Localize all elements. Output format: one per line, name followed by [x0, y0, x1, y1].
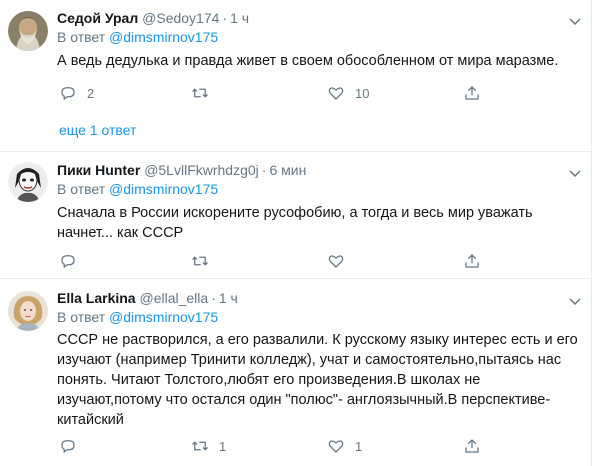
- like-button[interactable]: 1: [327, 435, 362, 457]
- reply-prefix: В ответ: [57, 29, 106, 45]
- reply-icon: [61, 255, 75, 269]
- tweet-text: Сначала в России искорените русофобию, а…: [57, 205, 533, 241]
- show-more-replies-link[interactable]: еще 1 ответ: [59, 122, 136, 138]
- reply-icon: [61, 87, 75, 101]
- reply-prefix: В ответ: [57, 181, 106, 197]
- user-handle[interactable]: @ellal_ella: [139, 290, 208, 306]
- tweet-text: СССР не растворился, а его развалили. К …: [57, 332, 578, 428]
- reply-button[interactable]: [59, 435, 87, 457]
- share-icon: [465, 86, 479, 100]
- reply-button[interactable]: [59, 250, 87, 272]
- like-count: 10: [355, 85, 370, 101]
- share-icon: [465, 439, 479, 453]
- retweet-button[interactable]: [191, 82, 219, 104]
- heart-icon: [328, 255, 344, 268]
- tweet[interactable]: Седой Урал @Sedoy174 · 1 ч В ответ @dimsmi…: [0, 0, 592, 116]
- tweet-header: Пики Hunter @5LvllFkwrhdzg0j · 6 мин: [57, 160, 582, 180]
- retweet-icon: [192, 88, 208, 98]
- share-button[interactable]: [463, 82, 481, 104]
- reply-mention[interactable]: @dimsmirnov175: [109, 29, 218, 45]
- reply-mention[interactable]: @dimsmirnov175: [109, 181, 218, 197]
- tweet-text: А ведь дедулька и правда живет в своем о…: [57, 53, 559, 69]
- like-button[interactable]: [327, 250, 355, 272]
- heart-icon: [328, 87, 344, 100]
- reply-context: В ответ @dimsmirnov175: [57, 180, 582, 199]
- reply-thread: Седой Урал @Sedoy174 · 1 ч В ответ @dimsmi…: [0, 0, 592, 466]
- separator-dot: ·: [261, 162, 267, 178]
- tweet-actions: [59, 250, 489, 272]
- display-name[interactable]: Ella Larkina: [57, 290, 136, 306]
- tweet-actions: 1 1: [59, 435, 489, 457]
- retweet-icon: [192, 441, 208, 451]
- reply-count: 2: [87, 85, 95, 101]
- share-button[interactable]: [463, 250, 481, 272]
- share-button[interactable]: [463, 435, 481, 457]
- timestamp[interactable]: 1 ч: [230, 10, 249, 26]
- reply-icon: [61, 440, 75, 454]
- chevron-down-icon[interactable]: [568, 14, 582, 28]
- display-name[interactable]: Пики Hunter: [57, 162, 140, 178]
- separator-dot: ·: [222, 10, 228, 26]
- tweet-header: Седой Урал @Sedoy174 · 1 ч: [57, 8, 582, 28]
- avatar[interactable]: [8, 11, 48, 51]
- chevron-down-icon[interactable]: [568, 166, 582, 180]
- retweet-icon: [192, 256, 208, 266]
- user-handle[interactable]: @Sedoy174: [142, 10, 219, 26]
- like-button[interactable]: 10: [327, 82, 369, 104]
- share-icon: [465, 254, 479, 268]
- retweet-count: 1: [219, 438, 227, 454]
- retweet-button[interactable]: 1: [191, 435, 226, 457]
- like-count: 1: [355, 438, 363, 454]
- tweet-actions: 2 10: [59, 82, 489, 104]
- chevron-down-icon[interactable]: [568, 294, 582, 308]
- reply-mention[interactable]: @dimsmirnov175: [109, 309, 218, 325]
- retweet-button[interactable]: [191, 250, 219, 272]
- tweet-header: Ella Larkina @ellal_ella · 1 ч: [57, 288, 582, 308]
- tweet[interactable]: Ella Larkina @ellal_ella · 1 ч В ответ @di…: [0, 280, 592, 466]
- display-name[interactable]: Седой Урал: [57, 10, 138, 26]
- heart-icon: [328, 440, 344, 453]
- reply-prefix: В ответ: [57, 309, 106, 325]
- separator-dot: ·: [211, 290, 216, 306]
- reply-context: В ответ @dimsmirnov175: [57, 308, 582, 327]
- reply-button[interactable]: 2: [59, 82, 94, 104]
- tweet[interactable]: Пики Hunter @5LvllFkwrhdzg0j · 6 мин В отв…: [0, 151, 592, 279]
- timestamp[interactable]: 6 мин: [269, 162, 306, 178]
- reply-context: В ответ @dimsmirnov175: [57, 28, 582, 47]
- user-handle[interactable]: @5LvllFkwrhdzg0j: [144, 162, 259, 178]
- avatar[interactable]: [8, 291, 48, 331]
- timestamp[interactable]: 1 ч: [219, 290, 238, 306]
- avatar[interactable]: [8, 162, 48, 202]
